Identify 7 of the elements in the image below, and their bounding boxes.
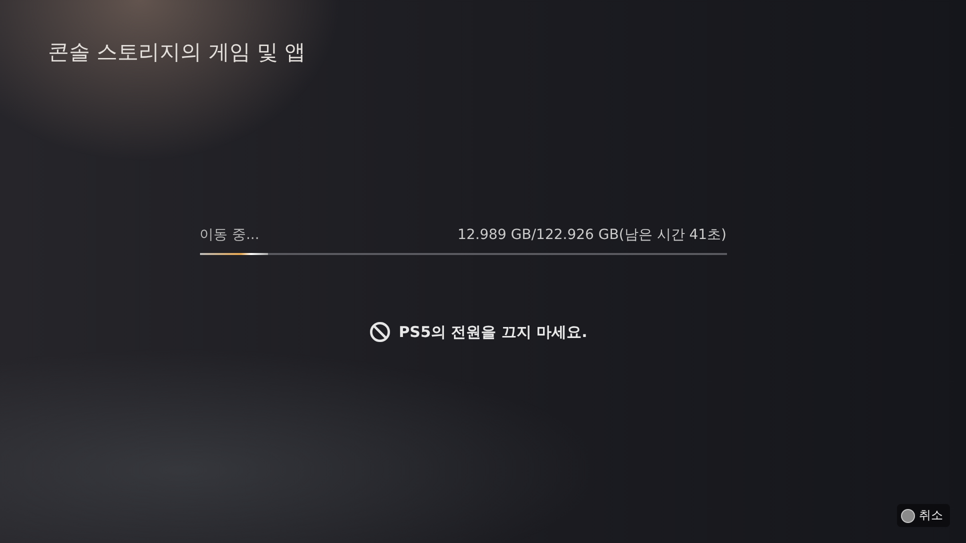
page-title: 콘솔 스토리지의 게임 및 앱: [48, 40, 306, 64]
progress-label: 이동 중...: [200, 226, 260, 244]
warning-text: PS5의 전원을 끄지 마세요.: [398, 322, 588, 342]
cancel-button[interactable]: 취소: [897, 504, 950, 527]
prohibited-icon: [368, 321, 391, 343]
progress-reading: 12.989 GB/122.926 GB(남은 시간 41초): [457, 226, 726, 244]
circle-button-icon: [901, 508, 915, 522]
